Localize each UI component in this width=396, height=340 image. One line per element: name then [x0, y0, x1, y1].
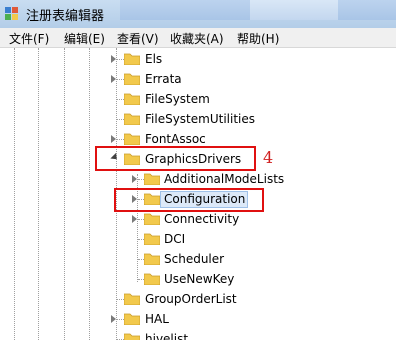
- expand-arrow-icon[interactable]: [111, 135, 116, 143]
- tree-connector: [117, 99, 124, 100]
- tree-item-hal[interactable]: HAL: [145, 312, 169, 326]
- tree-connector: [117, 59, 124, 60]
- folder-icon: [124, 313, 140, 325]
- folder-icon: [144, 213, 160, 225]
- tree-item-dci[interactable]: DCI: [164, 232, 185, 246]
- tree-item-additionalmodelists[interactable]: AdditionalModeLists: [164, 172, 284, 186]
- menu-view[interactable]: 查看(V): [117, 30, 159, 47]
- highlight-box: [95, 146, 256, 171]
- registry-editor-icon: [5, 7, 18, 20]
- tree-item-grouporderlist[interactable]: GroupOrderList: [145, 292, 237, 306]
- tree-guide-line: [14, 48, 15, 340]
- tree-connector: [117, 319, 124, 320]
- tree-guide-line: [64, 48, 65, 340]
- highlight-box: [114, 188, 264, 212]
- step-number-annotation: 4: [263, 148, 274, 167]
- expand-arrow-icon[interactable]: [111, 315, 116, 323]
- folder-icon: [144, 273, 160, 285]
- tree-connector: [117, 79, 124, 80]
- tree-guide-line: [89, 48, 90, 340]
- menu-bar: 文件(F) 编辑(E) 查看(V) 收藏夹(A) 帮助(H): [0, 28, 396, 48]
- folder-icon: [124, 73, 140, 85]
- tree-connector: [117, 119, 124, 120]
- menu-file[interactable]: 文件(F): [9, 30, 49, 47]
- tree-item-fontassoc[interactable]: FontAssoc: [145, 132, 206, 146]
- expand-arrow-icon[interactable]: [132, 175, 137, 183]
- menu-edit[interactable]: 编辑(E): [64, 30, 105, 47]
- folder-icon: [124, 293, 140, 305]
- folder-icon: [124, 133, 140, 145]
- folder-icon: [144, 173, 160, 185]
- expand-arrow-icon[interactable]: [111, 55, 116, 63]
- tree-item-filesystemutilities[interactable]: FileSystemUtilities: [145, 112, 255, 126]
- window-title: 注册表编辑器: [26, 9, 105, 24]
- folder-icon: [124, 93, 140, 105]
- tree-guide-line: [38, 48, 39, 340]
- menu-help[interactable]: 帮助(H): [237, 30, 279, 47]
- tree-item-filesystem[interactable]: FileSystem: [145, 92, 210, 106]
- folder-icon: [124, 113, 140, 125]
- folder-icon: [144, 253, 160, 265]
- folder-icon: [144, 233, 160, 245]
- tree-connector: [117, 299, 124, 300]
- menu-favorites[interactable]: 收藏夹(A): [170, 30, 224, 47]
- tree-item-errata[interactable]: Errata: [145, 72, 182, 86]
- tree-connector: [117, 139, 124, 140]
- tree-item-hivelist[interactable]: hivelist: [145, 332, 188, 340]
- tree-item-scheduler[interactable]: Scheduler: [164, 252, 224, 266]
- tree-item-connectivity[interactable]: Connectivity: [164, 212, 239, 226]
- tree-item-els[interactable]: Els: [145, 52, 162, 66]
- registry-tree[interactable]: Els Errata FileSystem FileSystemUtilitie…: [0, 48, 396, 340]
- folder-icon: [124, 53, 140, 65]
- window-controls[interactable]: [250, 0, 338, 20]
- title-bar: 注册表编辑器: [0, 0, 396, 28]
- expand-arrow-icon[interactable]: [132, 215, 137, 223]
- folder-icon: [124, 333, 140, 340]
- expand-arrow-icon[interactable]: [111, 75, 116, 83]
- tree-item-usenewkey[interactable]: UseNewKey: [164, 272, 234, 286]
